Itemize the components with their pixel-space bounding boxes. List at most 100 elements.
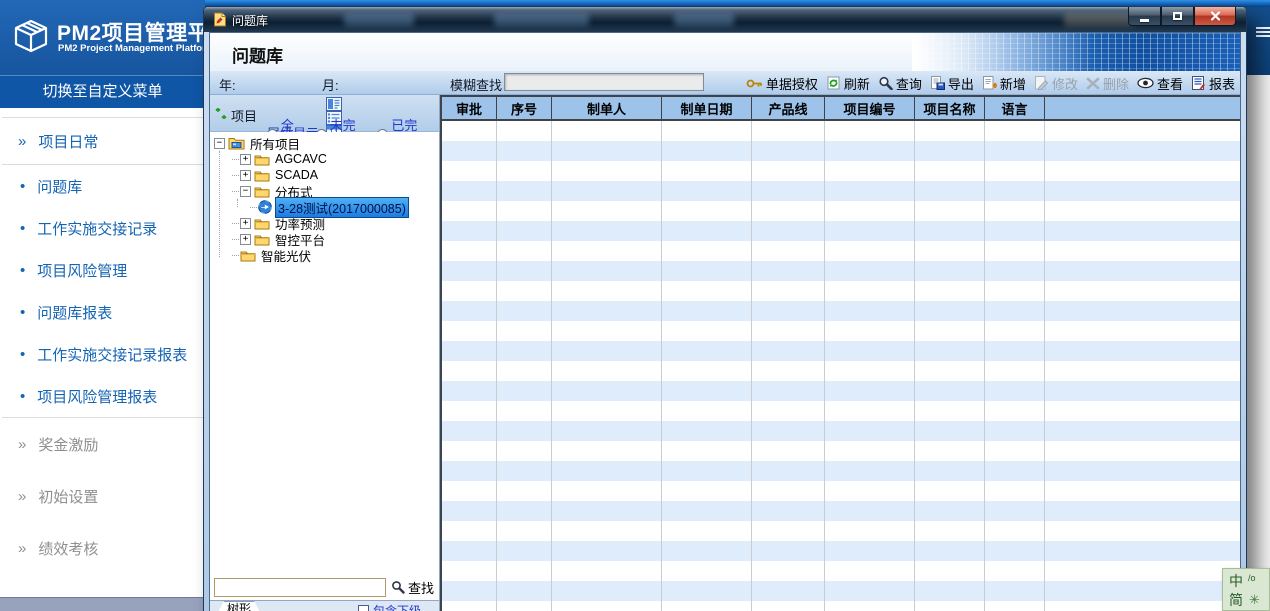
table-cell xyxy=(497,241,552,261)
table-row[interactable] xyxy=(442,561,1240,581)
column-header-产品线[interactable]: 产品线 xyxy=(752,97,825,119)
chevron-right-icon: » xyxy=(18,436,26,453)
sidebar-item-9[interactable]: »绩效考核 xyxy=(0,522,205,574)
sidebar-item-0[interactable]: »项目日常 xyxy=(0,118,205,164)
table-cell xyxy=(825,221,915,241)
tree-node-0[interactable]: − 所有项目 xyxy=(210,135,439,151)
table-row[interactable] xyxy=(442,321,1240,341)
toolbar-button-新增[interactable]: 新增 xyxy=(978,72,1030,94)
table-row[interactable] xyxy=(442,541,1240,561)
column-header-制单日期[interactable]: 制单日期 xyxy=(662,97,752,119)
table-row[interactable] xyxy=(442,221,1240,241)
table-row[interactable] xyxy=(442,441,1240,461)
fuzzy-search-input[interactable] xyxy=(504,73,704,91)
expand-icon[interactable]: + xyxy=(240,234,251,245)
table-cell xyxy=(752,581,825,601)
column-header-制单人[interactable]: 制单人 xyxy=(552,97,662,119)
table-cell xyxy=(985,301,1045,321)
table-row[interactable] xyxy=(442,521,1240,541)
tree-node-label[interactable]: 所有项目 xyxy=(248,134,302,153)
table-cell xyxy=(552,281,662,301)
table-row[interactable] xyxy=(442,341,1240,361)
tree-node-7[interactable]: 智能光伏 xyxy=(210,247,439,263)
tree-node-label[interactable]: 智能光伏 xyxy=(259,246,313,265)
project-root-icon xyxy=(228,136,245,150)
toolbar-button-报表[interactable]: 报表 xyxy=(1187,72,1239,94)
tab-tree-view[interactable]: 树形 xyxy=(216,601,262,611)
sidebar-item-7[interactable]: »奖金激励 xyxy=(0,418,205,470)
table-cell xyxy=(985,561,1045,581)
table-row[interactable] xyxy=(442,461,1240,481)
refresh-tree-icon[interactable] xyxy=(215,107,227,125)
maximize-button[interactable] xyxy=(1161,7,1194,26)
collapse-icon[interactable]: − xyxy=(240,186,251,197)
toolbar-button-单据授权[interactable]: 单据授权 xyxy=(742,72,822,94)
sidebar-item-3[interactable]: •项目风险管理 xyxy=(0,249,205,291)
table-row[interactable] xyxy=(442,181,1240,201)
switch-to-custom-menu-button[interactable]: 切换至自定义菜单 xyxy=(0,75,205,108)
tree-node-6[interactable]: +智控平台 xyxy=(210,231,439,247)
toolbar-button-查询[interactable]: 查询 xyxy=(874,72,926,94)
table-cell xyxy=(497,541,552,561)
table-row[interactable] xyxy=(442,241,1240,261)
tree-node-label[interactable]: AGCAVC xyxy=(273,152,329,166)
toolbar-button-导出[interactable]: 导出 xyxy=(926,72,978,94)
table-row[interactable] xyxy=(442,361,1240,381)
folder-icon xyxy=(254,217,270,230)
table-cell xyxy=(985,581,1045,601)
table-row[interactable] xyxy=(442,301,1240,321)
table-row[interactable] xyxy=(442,501,1240,521)
toolbar-button-查看[interactable]: 查看 xyxy=(1133,72,1187,94)
fuzzy-search-label[interactable]: 模糊查找 xyxy=(446,75,506,94)
table-cell xyxy=(497,321,552,341)
table-row[interactable] xyxy=(442,261,1240,281)
sidebar-item-1[interactable]: •问题库 xyxy=(0,165,205,207)
dialog-titlebar[interactable]: 问题库 xyxy=(204,7,1246,32)
toolbar-button-刷新[interactable]: 刷新 xyxy=(822,72,874,94)
sidebar-item-6[interactable]: •项目风险管理报表 xyxy=(0,375,205,417)
sidebar-item-5[interactable]: •工作实施交接记录报表 xyxy=(0,333,205,375)
table-row[interactable] xyxy=(442,281,1240,301)
column-header-项目名称[interactable]: 项目名称 xyxy=(915,97,985,119)
column-header-序号[interactable]: 序号 xyxy=(497,97,552,119)
sidebar-item-4[interactable]: •问题库报表 xyxy=(0,291,205,333)
column-header-审批[interactable]: 审批 xyxy=(442,97,497,119)
ime-simplified-button[interactable]: 简 ✳ xyxy=(1229,590,1269,609)
include-sublevel-checkbox[interactable]: 包含下级 xyxy=(358,602,421,611)
toolbar-button-删除: 删除 xyxy=(1082,72,1133,94)
table-cell xyxy=(752,481,825,501)
table-row[interactable] xyxy=(442,481,1240,501)
table-cell-filler xyxy=(1045,501,1240,521)
table-row[interactable] xyxy=(442,601,1240,611)
tree-node-2[interactable]: + SCADA xyxy=(210,167,439,183)
table-row[interactable] xyxy=(442,581,1240,601)
tree-node-1[interactable]: + AGCAVC xyxy=(210,151,439,167)
table-row[interactable] xyxy=(442,401,1240,421)
expand-icon[interactable]: + xyxy=(240,170,251,181)
tree-node-label[interactable]: SCADA xyxy=(273,168,320,182)
expand-icon[interactable]: + xyxy=(240,154,251,165)
hamburger-icon[interactable] xyxy=(1256,27,1270,39)
minimize-button[interactable] xyxy=(1128,7,1161,26)
sidebar-item-8[interactable]: »初始设置 xyxy=(0,470,205,522)
table-row[interactable] xyxy=(442,141,1240,161)
collapse-icon[interactable]: − xyxy=(214,138,225,149)
table-row[interactable] xyxy=(442,121,1240,141)
close-button[interactable] xyxy=(1194,7,1236,26)
card-view-icon[interactable] xyxy=(326,97,342,111)
expand-icon[interactable]: + xyxy=(240,218,251,229)
table-row[interactable] xyxy=(442,421,1240,441)
table-cell xyxy=(662,481,752,501)
column-header-filler xyxy=(1045,97,1240,119)
ime-mode-button[interactable]: 中 /o xyxy=(1229,571,1269,590)
sidebar-item-2[interactable]: •工作实施交接记录 xyxy=(0,207,205,249)
table-row[interactable] xyxy=(442,201,1240,221)
table-cell xyxy=(915,361,985,381)
table-row[interactable] xyxy=(442,381,1240,401)
column-header-项目编号[interactable]: 项目编号 xyxy=(825,97,915,119)
table-row[interactable] xyxy=(442,161,1240,181)
table-cell xyxy=(915,241,985,261)
find-button[interactable]: 查找 xyxy=(391,578,434,597)
column-header-语言[interactable]: 语言 xyxy=(985,97,1045,119)
tree-search-input[interactable] xyxy=(214,578,386,597)
